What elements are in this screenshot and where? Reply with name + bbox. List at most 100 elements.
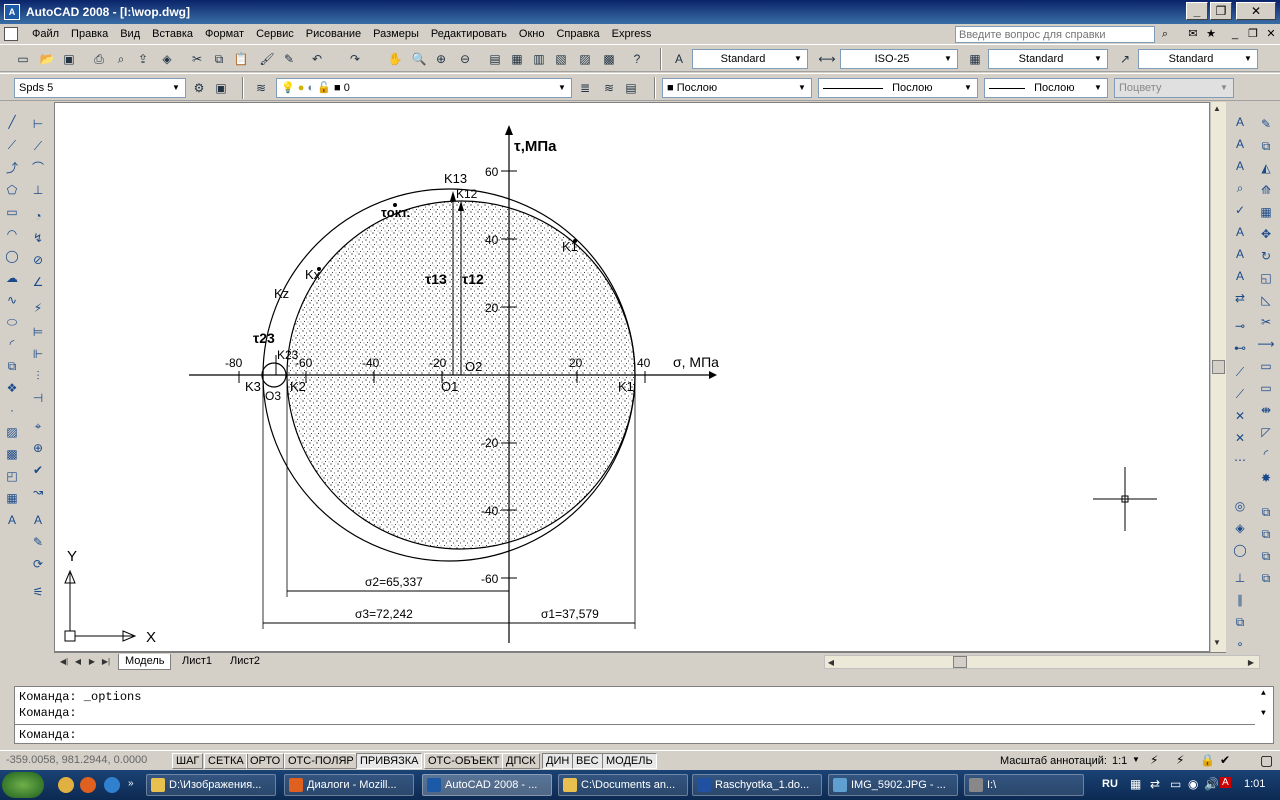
polygon-icon[interactable]: ⬠ (2, 180, 22, 200)
auto-scale-icon[interactable]: ⚡ (1176, 753, 1184, 767)
mirror-icon[interactable]: ◭ (1256, 158, 1276, 178)
chamfer-icon[interactable]: ◸ (1256, 422, 1276, 442)
pan-icon[interactable]: ✋ (386, 50, 404, 68)
paste-icon[interactable]: 📋 (232, 50, 250, 68)
gradient-icon[interactable]: ▩ (2, 444, 22, 464)
text-style-icon[interactable]: A (670, 50, 688, 68)
menu-modify[interactable]: Редактировать (425, 27, 513, 41)
chevron-down-icon[interactable]: ▼ (555, 81, 569, 95)
workspace-settings-icon[interactable]: ⚙ (190, 79, 208, 97)
construction-line-icon[interactable]: ⟋ (2, 135, 22, 155)
arc-icon[interactable]: ◠ (2, 224, 22, 244)
menu-window[interactable]: Окно (513, 27, 551, 41)
polyline-icon[interactable]: ⤴ (2, 158, 22, 178)
favorites-star-icon[interactable]: ★ (1204, 27, 1218, 41)
draworder-above-icon[interactable]: ⧉ (1256, 546, 1276, 566)
chevron-down-icon[interactable]: ▼ (791, 52, 805, 66)
tab-layout2[interactable]: Лист2 (224, 654, 266, 670)
table-icon[interactable]: ▦ (2, 488, 22, 508)
arc-tool-icon[interactable]: ⟋ (1230, 362, 1250, 382)
first-tab-icon[interactable]: ◀| (58, 655, 70, 668)
scroll-down-icon[interactable]: ▼ (1213, 638, 1221, 647)
redo-icon[interactable]: ↷ (346, 50, 364, 68)
safely-remove-icon[interactable]: ⇄ (1150, 777, 1160, 791)
center-mark-icon[interactable]: ⊕ (28, 438, 48, 458)
linetype-combo[interactable]: Послою ▼ (818, 78, 978, 98)
osnap-perp-icon[interactable]: ⊥ (1230, 568, 1250, 588)
dim-break-icon[interactable]: ⊣ (28, 388, 48, 408)
ellipse-icon[interactable]: ⬭ (2, 312, 22, 332)
draworder-back-icon[interactable]: ⧉ (1256, 524, 1276, 544)
aligned-dim-icon[interactable]: ⟋ (28, 136, 48, 156)
snap-toggle[interactable]: ШАГ (172, 753, 204, 769)
dim-space-icon[interactable]: ⫶ (28, 366, 48, 386)
zoom-realtime-icon[interactable]: 🔍 (410, 50, 428, 68)
circle-icon[interactable]: ◯ (2, 246, 22, 266)
annotation-visibility-icon[interactable]: ⚡ (1150, 753, 1158, 767)
help-icon[interactable]: ? (628, 50, 646, 68)
display-icon[interactable]: ▭ (1170, 777, 1181, 791)
erase-icon[interactable]: ✎ (1256, 114, 1276, 134)
save-icon[interactable]: ▣ (60, 50, 78, 68)
tool-palettes-icon[interactable]: ▥ (530, 50, 548, 68)
vertical-scrollbar[interactable]: ▲ ▼ (1210, 102, 1226, 652)
text-style-combo[interactable]: Standard ▼ (692, 49, 808, 69)
copy-object-icon[interactable]: ⧉ (1256, 136, 1276, 156)
taskbar-item[interactable]: D:\Изображения... (146, 774, 276, 796)
taskbar-item[interactable]: Диалоги - Mozill... (284, 774, 414, 796)
linear-dim-icon[interactable]: ⊢ (28, 114, 48, 134)
volume-icon[interactable]: 🔊 (1204, 777, 1219, 791)
osnap-tangent-icon[interactable]: ◯ (1230, 540, 1250, 560)
menu-tools[interactable]: Сервис (250, 27, 300, 41)
dim-update-icon[interactable]: ⟳ (28, 554, 48, 574)
revision-cloud-icon[interactable]: ☁ (2, 268, 22, 288)
rotate-icon[interactable]: ↻ (1256, 246, 1276, 266)
layer-manager-icon[interactable]: ≋ (252, 79, 270, 97)
menu-format[interactable]: Формат (199, 27, 250, 41)
lineweight-combo[interactable]: Послою ▼ (984, 78, 1108, 98)
menu-edit[interactable]: Правка (65, 27, 114, 41)
restore-button[interactable]: ❐ (1210, 2, 1232, 20)
coordinates-readout[interactable]: -359.0058, 981.2944, 0.0000 (6, 754, 147, 766)
osnap-node-icon[interactable]: ∘ (1230, 634, 1250, 654)
sheet-set-icon[interactable]: ▧ (552, 50, 570, 68)
doc-minimize-button[interactable]: _ (1228, 27, 1242, 41)
start-button[interactable] (2, 772, 44, 798)
otrack-toggle[interactable]: ОТС-ОБЪЕКТ (424, 753, 504, 769)
break-at-point-icon[interactable]: ▭ (1256, 356, 1276, 376)
design-center-icon[interactable]: ▦ (508, 50, 526, 68)
new-file-icon[interactable]: ▭ (14, 50, 32, 68)
extend-icon[interactable]: ⟶ (1256, 334, 1276, 354)
autocad-app-icon[interactable]: A (4, 4, 20, 20)
polar-toggle[interactable]: ОТС-ПОЛЯР (284, 753, 358, 769)
ordinate-dim-icon[interactable]: ⊥ (28, 180, 48, 200)
edit-text-icon[interactable]: A (1230, 156, 1250, 176)
dim-edit-icon[interactable]: A (28, 510, 48, 530)
mleader-style-combo[interactable]: Standard ▼ (1138, 49, 1258, 69)
undo-icon[interactable]: ↶ (308, 50, 326, 68)
plot-icon[interactable]: ⎙ (90, 50, 108, 68)
dim-style-toolbar-icon[interactable]: ⚟ (28, 582, 48, 602)
taskbar-item[interactable]: AutoCAD 2008 - ... (422, 774, 552, 796)
trim-tool-icon[interactable]: ✕ (1230, 406, 1250, 426)
layer-previous-icon[interactable]: ≋ (600, 79, 618, 97)
xline-tool-icon[interactable]: ⟋ (1230, 384, 1250, 404)
taskbar-item[interactable]: IMG_5902.JPG - ... (828, 774, 958, 796)
dyn-toggle[interactable]: ДИН (542, 753, 574, 769)
osnap-center-icon[interactable]: ◎ (1230, 496, 1250, 516)
model-toggle[interactable]: МОДЕЛЬ (602, 753, 657, 769)
close-button[interactable]: ✕ (1236, 2, 1276, 20)
diameter-dim-icon[interactable]: ⊘ (28, 250, 48, 270)
doc-restore-button[interactable]: ❐ (1246, 27, 1260, 41)
dim-style-icon[interactable]: ⟷ (818, 50, 836, 68)
vertical-scroll-thumb[interactable] (1212, 360, 1225, 374)
stretch-icon[interactable]: ◺ (1256, 290, 1276, 310)
text-style-icon[interactable]: A (1230, 222, 1250, 242)
antivirus-icon[interactable]: ◉ (1188, 777, 1198, 791)
firefox-quicklaunch-icon[interactable] (80, 777, 96, 793)
array-icon[interactable]: ▦ (1256, 202, 1276, 222)
drawing-canvas[interactable]: -80 -60 -40 -20 20 40 60 40 20 -20 -40 -… (54, 102, 1210, 652)
ellipse-arc-icon[interactable]: ◜ (2, 334, 22, 354)
prev-tab-icon[interactable]: ◀ (72, 655, 84, 668)
match-properties-icon[interactable]: 🖌 (258, 50, 276, 68)
